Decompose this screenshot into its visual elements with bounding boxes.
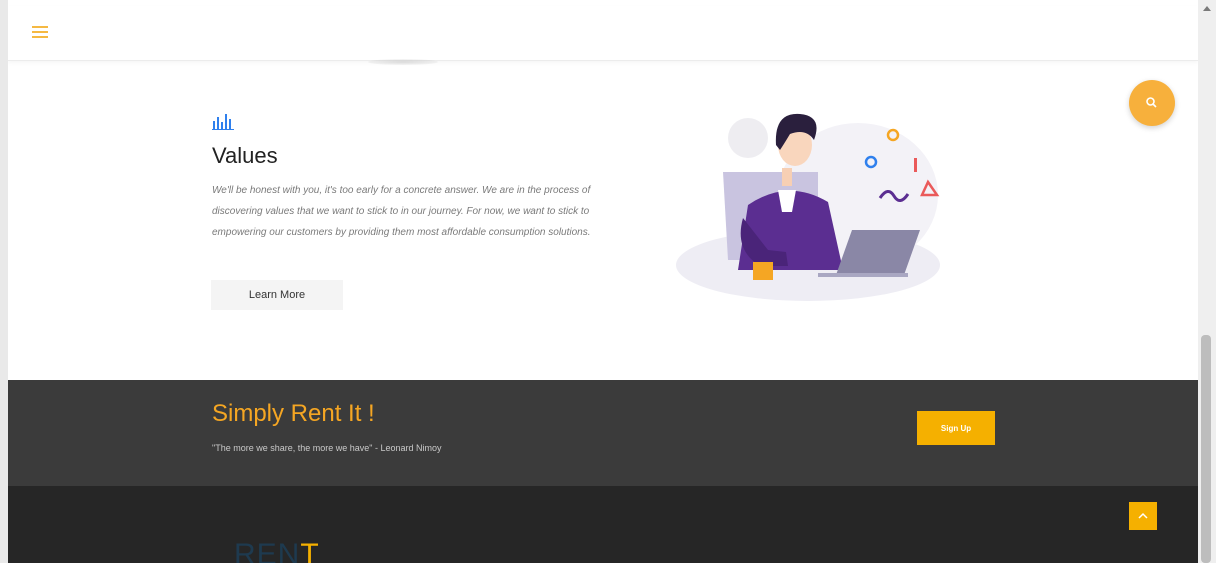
footer-logo[interactable]: RENT [234, 540, 320, 563]
chevron-up-icon [1138, 512, 1148, 519]
cta-quote: "The more we share, the more we have" - … [212, 443, 442, 453]
scrollbar-thumb[interactable] [1201, 335, 1211, 563]
footer: RENT [8, 486, 1198, 563]
person-at-laptop-illustration [676, 113, 940, 301]
values-description: We'll be honest with you, it's too early… [212, 185, 591, 238]
sign-up-button[interactable]: Sign Up [917, 411, 995, 445]
top-navbar [8, 6, 1198, 61]
logo-text-ren: REN [234, 538, 301, 563]
logo-text-t: T [300, 538, 320, 563]
scroll-up-arrow-icon[interactable] [1203, 6, 1211, 11]
search-fab[interactable] [1129, 80, 1175, 126]
cta-title: Simply Rent It ! [212, 400, 375, 427]
page: Values We'll be honest with you, it's to… [8, 0, 1198, 563]
values-title: Values [212, 143, 278, 168]
learn-more-button[interactable]: Learn More [211, 280, 343, 310]
back-to-top-button[interactable] [1129, 502, 1157, 530]
bar-chart-icon [212, 114, 234, 130]
cta-band: Simply Rent It ! "The more we share, the… [8, 380, 1198, 486]
nav-shadow-decoration [368, 59, 438, 65]
hamburger-menu-icon[interactable] [32, 26, 48, 40]
search-icon [1146, 97, 1157, 108]
